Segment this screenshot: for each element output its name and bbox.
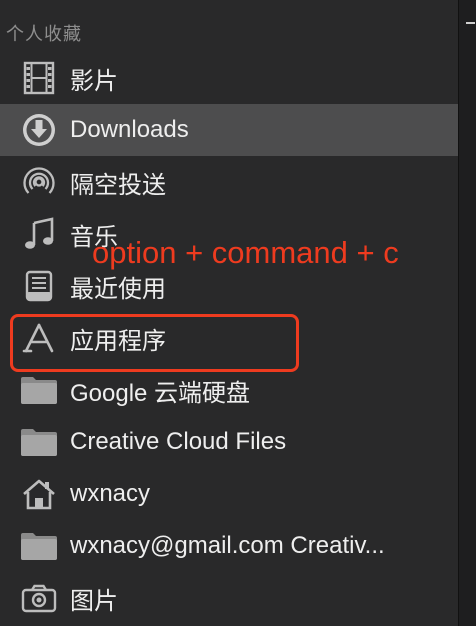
home-icon (20, 475, 58, 513)
sidebar-item-label: 影片 (70, 67, 118, 95)
sidebar-item-creative-cloud-account[interactable]: wxnacy@gmail.com Creativ... (0, 520, 458, 572)
camera-icon (20, 579, 58, 617)
sidebar-item-label: 隔空投送 (70, 171, 166, 199)
shortcut-annotation: option + command + c (92, 235, 399, 270)
music-note-icon (20, 215, 58, 253)
content-pane-edge (458, 0, 476, 626)
recents-icon (20, 267, 58, 305)
sidebar-item-label: 图片 (70, 587, 118, 615)
sidebar-item-label: Downloads (70, 116, 189, 143)
column-header-marker (466, 22, 475, 24)
sidebar-item-label: Creative Cloud Files (70, 428, 287, 455)
sidebar-item-home[interactable]: wxnacy (0, 468, 458, 520)
folder-icon (20, 423, 58, 461)
sidebar-item-pictures[interactable]: 图片 (0, 572, 458, 624)
sidebar-item-creative-cloud-files[interactable]: Creative Cloud Files (0, 416, 458, 468)
finder-sidebar: 个人收藏 影片 Downloads 隔空投送 音乐 最近使用 应用程序 Goog… (0, 0, 458, 626)
favorites-section-title: 个人收藏 (6, 24, 82, 44)
download-icon (20, 111, 58, 149)
airdrop-icon (20, 163, 58, 201)
sidebar-item-label: Google 云端硬盘 (70, 379, 251, 407)
sidebar-item-airdrop[interactable]: 隔空投送 (0, 156, 458, 208)
sidebar-item-label: wxnacy (70, 480, 151, 507)
folder-icon (20, 371, 58, 409)
sidebar-item-label: 最近使用 (70, 275, 166, 303)
film-icon (20, 59, 58, 97)
folder-icon (20, 527, 58, 565)
sidebar-item-downloads[interactable]: Downloads (0, 104, 458, 156)
sidebar-item-label: wxnacy@gmail.com Creativ... (70, 532, 385, 559)
annotation-highlight-box (10, 314, 299, 372)
sidebar-item-movies[interactable]: 影片 (0, 52, 458, 104)
